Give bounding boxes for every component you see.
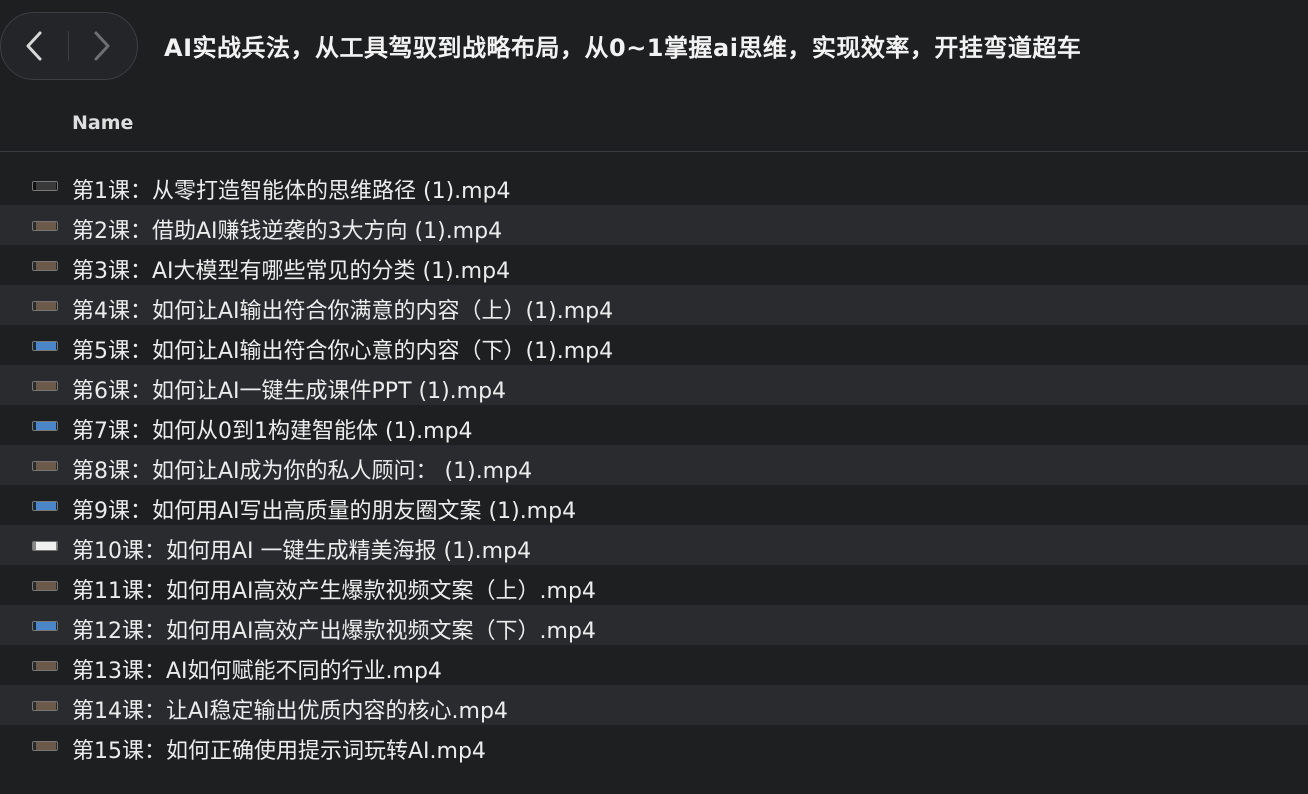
file-row[interactable]: 第15课：如何正确使用提示词玩转AI.mp4	[0, 725, 1308, 765]
finder-window: AI实战兵法，从工具驾驭到战略布局，从0~1掌握ai思维，实现效率，开挂弯道超车…	[0, 0, 1308, 794]
file-row[interactable]: 第8课：如何让AI成为你的私人顾问： (1).mp4	[0, 445, 1308, 485]
file-name: 第11课：如何用AI高效产生爆款视频文案（上）.mp4	[72, 579, 596, 604]
navigation-group	[0, 12, 138, 80]
file-row[interactable]: 第1课：从零打造智能体的思维路径 (1).mp4	[0, 165, 1308, 205]
file-name: 第12课：如何用AI高效产出爆款视频文案（下）.mp4	[72, 619, 596, 644]
video-file-icon	[32, 541, 58, 551]
column-name-header[interactable]: Name	[72, 112, 133, 134]
file-row[interactable]: 第2课：借助AI赚钱逆袭的3大方向 (1).mp4	[0, 205, 1308, 245]
file-row[interactable]: 第11课：如何用AI高效产生爆款视频文案（上）.mp4	[0, 565, 1308, 605]
file-name: 第15课：如何正确使用提示词玩转AI.mp4	[72, 739, 486, 764]
file-row[interactable]: 第7课：如何从0到1构建智能体 (1).mp4	[0, 405, 1308, 445]
video-file-icon	[32, 581, 58, 591]
file-name: 第10课：如何用AI 一键生成精美海报 (1).mp4	[72, 539, 532, 564]
toolbar: AI实战兵法，从工具驾驭到战略布局，从0~1掌握ai思维，实现效率，开挂弯道超车	[0, 0, 1308, 96]
video-file-icon	[32, 661, 58, 671]
file-row[interactable]: 第6课：如何让AI一键生成课件PPT (1).mp4	[0, 365, 1308, 405]
forward-button[interactable]	[69, 13, 135, 79]
chevron-left-icon	[26, 31, 42, 61]
file-row[interactable]: 第12课：如何用AI高效产出爆款视频文案（下）.mp4	[0, 605, 1308, 645]
video-file-icon	[32, 621, 58, 631]
file-name: 第8课：如何让AI成为你的私人顾问： (1).mp4	[72, 459, 533, 484]
video-file-icon	[32, 181, 58, 191]
file-list: 第1课：从零打造智能体的思维路径 (1).mp4 第2课：借助AI赚钱逆袭的3大方…	[0, 165, 1308, 765]
file-row[interactable]: 第10课：如何用AI 一键生成精美海报 (1).mp4	[0, 525, 1308, 565]
video-file-icon	[32, 501, 58, 511]
video-file-icon	[32, 301, 58, 311]
file-row[interactable]: 第4课：如何让AI输出符合你满意的内容（上）(1).mp4	[0, 285, 1308, 325]
file-row[interactable]: 第9课：如何用AI写出高质量的朋友圈文案 (1).mp4	[0, 485, 1308, 525]
video-file-icon	[32, 701, 58, 711]
file-name: 第13课：AI如何赋能不同的行业.mp4	[72, 659, 442, 684]
video-file-icon	[32, 461, 58, 471]
file-name: 第1课：从零打造智能体的思维路径 (1).mp4	[72, 179, 511, 204]
video-file-icon	[32, 421, 58, 431]
file-name: 第14课：让AI稳定输出优质内容的核心.mp4	[72, 699, 508, 724]
chevron-right-icon	[94, 31, 110, 61]
column-header: Name	[0, 96, 1308, 152]
file-name: 第3课：AI大模型有哪些常见的分类 (1).mp4	[72, 259, 511, 284]
file-row[interactable]: 第3课：AI大模型有哪些常见的分类 (1).mp4	[0, 245, 1308, 285]
file-name: 第6课：如何让AI一键生成课件PPT (1).mp4	[72, 379, 507, 404]
video-file-icon	[32, 381, 58, 391]
video-file-icon	[32, 261, 58, 271]
file-name: 第7课：如何从0到1构建智能体 (1).mp4	[72, 419, 473, 444]
video-file-icon	[32, 341, 58, 351]
video-file-icon	[32, 741, 58, 751]
file-name: 第4课：如何让AI输出符合你满意的内容（上）(1).mp4	[72, 299, 614, 324]
file-row[interactable]: 第14课：让AI稳定输出优质内容的核心.mp4	[0, 685, 1308, 725]
file-row[interactable]: 第13课：AI如何赋能不同的行业.mp4	[0, 645, 1308, 685]
file-name: 第9课：如何用AI写出高质量的朋友圈文案 (1).mp4	[72, 499, 577, 524]
video-file-icon	[32, 221, 58, 231]
window-title: AI实战兵法，从工具驾驭到战略布局，从0~1掌握ai思维，实现效率，开挂弯道超车	[164, 34, 1082, 62]
file-name: 第2课：借助AI赚钱逆袭的3大方向 (1).mp4	[72, 219, 503, 244]
file-row[interactable]: 第5课：如何让AI输出符合你心意的内容（下）(1).mp4	[0, 325, 1308, 365]
file-name: 第5课：如何让AI输出符合你心意的内容（下）(1).mp4	[72, 339, 614, 364]
back-button[interactable]	[1, 13, 67, 79]
